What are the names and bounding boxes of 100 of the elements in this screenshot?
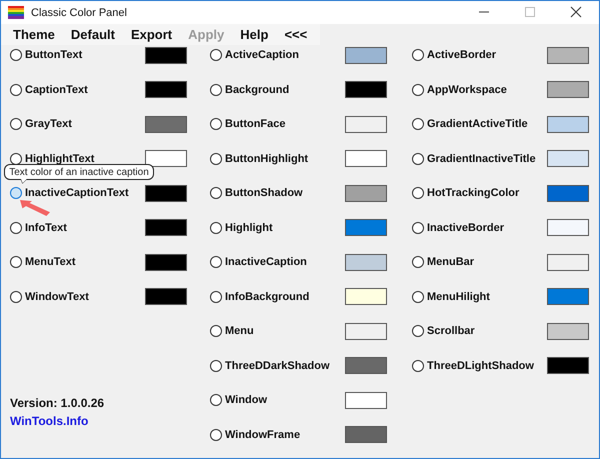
color-name: InactiveCaption xyxy=(225,256,308,268)
color-swatch[interactable] xyxy=(547,288,589,305)
radio-button[interactable] xyxy=(412,360,424,372)
color-swatch[interactable] xyxy=(145,254,187,270)
color-name: Highlight xyxy=(225,222,274,234)
radio-button[interactable] xyxy=(210,152,222,164)
website-link[interactable]: WinTools.Info xyxy=(10,414,201,428)
radio-button[interactable] xyxy=(10,118,22,130)
color-name: HotTrackingColor xyxy=(427,187,520,199)
version-text: Version: 1.0.0.26 xyxy=(10,396,106,410)
color-name: Scrollbar xyxy=(427,325,476,337)
radio-button[interactable] xyxy=(210,118,222,130)
radio-button[interactable] xyxy=(10,290,22,302)
color-swatch[interactable] xyxy=(145,288,187,305)
radio-button[interactable] xyxy=(10,256,22,268)
color-swatch[interactable] xyxy=(345,219,387,236)
color-swatch[interactable] xyxy=(145,219,187,236)
menu-item[interactable]: Theme xyxy=(5,25,63,44)
color-name: AppWorkspace xyxy=(427,84,508,96)
color-name: ThreeDLightShadow xyxy=(427,360,535,372)
color-name: InfoText xyxy=(25,222,68,234)
radio-button[interactable] xyxy=(412,118,424,130)
menu-item[interactable]: Help xyxy=(232,25,276,44)
color-swatch[interactable] xyxy=(345,184,387,202)
rainbow-icon xyxy=(8,6,24,19)
color-swatch[interactable] xyxy=(345,322,387,340)
color-swatch[interactable] xyxy=(547,357,589,374)
color-swatch[interactable] xyxy=(547,81,589,98)
radio-button[interactable] xyxy=(210,394,222,406)
color-swatch[interactable] xyxy=(145,81,187,98)
menu-item[interactable]: <<< xyxy=(276,25,316,44)
radio-button[interactable] xyxy=(210,49,222,61)
radio-button[interactable] xyxy=(210,84,222,96)
color-name: HighlightText xyxy=(25,152,96,164)
color-swatch[interactable] xyxy=(145,116,187,132)
radio-button[interactable] xyxy=(210,428,222,440)
color-swatch[interactable] xyxy=(547,46,589,64)
color-swatch[interactable] xyxy=(145,46,187,64)
radio-button[interactable] xyxy=(210,290,222,302)
color-swatch[interactable] xyxy=(345,357,387,374)
color-name: MenuBar xyxy=(427,256,476,268)
color-swatch[interactable] xyxy=(547,322,589,340)
color-name: InactiveCaptionText xyxy=(25,187,130,199)
color-swatch[interactable] xyxy=(345,426,387,443)
color-swatch[interactable] xyxy=(547,219,589,236)
radio-button[interactable] xyxy=(10,187,22,199)
radio-button[interactable] xyxy=(10,84,22,96)
radio-button[interactable] xyxy=(412,256,424,268)
color-name: ButtonHighlight xyxy=(225,152,310,164)
tooltip: Text color of an inactive caption xyxy=(4,164,154,180)
color-name: InactiveBorder xyxy=(427,222,506,234)
color-swatch[interactable] xyxy=(345,288,387,305)
color-name: Window xyxy=(225,394,268,406)
color-name: WindowText xyxy=(25,290,90,302)
radio-button[interactable] xyxy=(210,360,222,372)
color-swatch[interactable] xyxy=(345,116,387,132)
color-name: Background xyxy=(225,84,290,96)
color-swatch[interactable] xyxy=(345,81,387,98)
color-swatch[interactable] xyxy=(345,150,387,167)
color-name: GradientInactiveTitle xyxy=(427,152,537,164)
color-swatch[interactable] xyxy=(547,184,589,202)
color-name: ButtonFace xyxy=(225,118,286,130)
color-swatch[interactable] xyxy=(145,184,187,202)
color-name: ThreeDDarkShadow xyxy=(225,360,331,372)
color-name: MenuText xyxy=(25,256,77,268)
color-name: GrayText xyxy=(25,118,73,130)
color-name: ActiveBorder xyxy=(427,49,498,61)
radio-button[interactable] xyxy=(412,222,424,234)
color-name: WindowFrame xyxy=(225,428,302,440)
menu-item[interactable]: Export xyxy=(122,25,180,44)
radio-button[interactable] xyxy=(210,222,222,234)
radio-button[interactable] xyxy=(210,256,222,268)
color-name: Menu xyxy=(225,325,255,337)
color-name: CaptionText xyxy=(25,84,89,96)
color-swatch[interactable] xyxy=(345,392,387,408)
color-name: InfoBackground xyxy=(225,290,310,302)
radio-button[interactable] xyxy=(412,187,424,199)
color-swatch[interactable] xyxy=(547,254,589,270)
radio-button[interactable] xyxy=(412,290,424,302)
color-name: ButtonShadow xyxy=(225,187,304,199)
color-swatch[interactable] xyxy=(547,150,589,167)
color-name: ButtonText xyxy=(25,49,84,61)
window-title: Classic Color Panel xyxy=(31,6,127,18)
radio-button[interactable] xyxy=(412,49,424,61)
radio-button[interactable] xyxy=(10,222,22,234)
color-name: ActiveCaption xyxy=(225,49,300,61)
color-name: GradientActiveTitle xyxy=(427,118,529,130)
radio-button[interactable] xyxy=(210,325,222,337)
radio-button[interactable] xyxy=(412,84,424,96)
color-swatch[interactable] xyxy=(345,46,387,64)
menu-item[interactable]: Default xyxy=(62,25,123,44)
radio-button[interactable] xyxy=(210,187,222,199)
radio-button[interactable] xyxy=(412,325,424,337)
color-swatch[interactable] xyxy=(345,254,387,270)
color-swatch[interactable] xyxy=(547,116,589,132)
radio-button[interactable] xyxy=(10,49,22,61)
radio-button[interactable] xyxy=(10,152,22,164)
color-swatch[interactable] xyxy=(145,150,187,167)
radio-button[interactable] xyxy=(412,152,424,164)
pointer-arrow-icon xyxy=(20,200,50,216)
